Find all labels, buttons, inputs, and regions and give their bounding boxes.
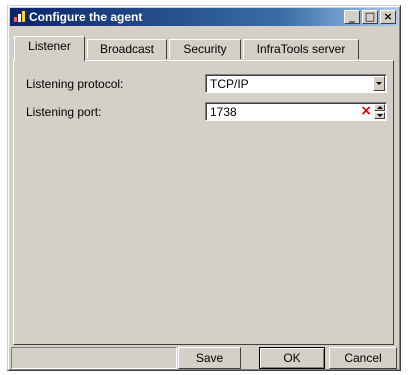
protocol-dropdown-button[interactable]: [373, 76, 385, 91]
clear-icon[interactable]: ×: [360, 103, 372, 119]
tab-security[interactable]: Security: [169, 39, 241, 59]
save-button[interactable]: Save: [178, 347, 241, 369]
protocol-value: TCP/IP: [210, 77, 249, 91]
chevron-up-icon: [377, 106, 383, 109]
agent-app-icon: [14, 11, 25, 22]
port-spinner[interactable]: 1738 ×: [205, 102, 387, 121]
chevron-down-icon: [376, 82, 382, 85]
configure-agent-window: Configure the agent _ □ × Listener Broad…: [7, 5, 401, 371]
spin-down-button[interactable]: [374, 112, 385, 119]
cancel-button[interactable]: Cancel: [329, 347, 397, 369]
button-bar: Save OK Cancel: [11, 347, 397, 369]
chevron-down-icon: [377, 114, 383, 117]
minimize-button[interactable]: _: [344, 10, 360, 24]
tab-broadcast[interactable]: Broadcast: [87, 39, 167, 59]
title-bar[interactable]: Configure the agent _ □ ×: [10, 8, 398, 26]
tab-listener-label: Listener: [28, 39, 71, 53]
listener-panel: Listening protocol: TCP/IP Listening por…: [13, 60, 394, 345]
maximize-button[interactable]: □: [362, 10, 378, 24]
cancel-button-label: Cancel: [344, 351, 382, 365]
spin-up-button[interactable]: [374, 104, 385, 111]
port-label: Listening port:: [26, 105, 102, 119]
protocol-label: Listening protocol:: [26, 77, 124, 91]
window-title: Configure the agent: [29, 10, 143, 24]
protocol-select[interactable]: TCP/IP: [205, 74, 387, 93]
close-button[interactable]: ×: [380, 10, 396, 24]
ok-button[interactable]: OK: [259, 347, 325, 369]
tab-infratools-server-label: InfraTools server: [256, 42, 346, 56]
tab-security-label: Security: [183, 42, 227, 56]
port-spin-buttons: [374, 104, 385, 119]
save-button-label: Save: [195, 351, 224, 365]
tab-broadcast-label: Broadcast: [99, 42, 155, 56]
ok-button-label: OK: [283, 351, 301, 365]
tab-infratools-server[interactable]: InfraTools server: [243, 39, 359, 59]
status-segment: [11, 347, 177, 369]
port-value: 1738: [210, 105, 237, 119]
tab-listener[interactable]: Listener: [14, 36, 85, 61]
